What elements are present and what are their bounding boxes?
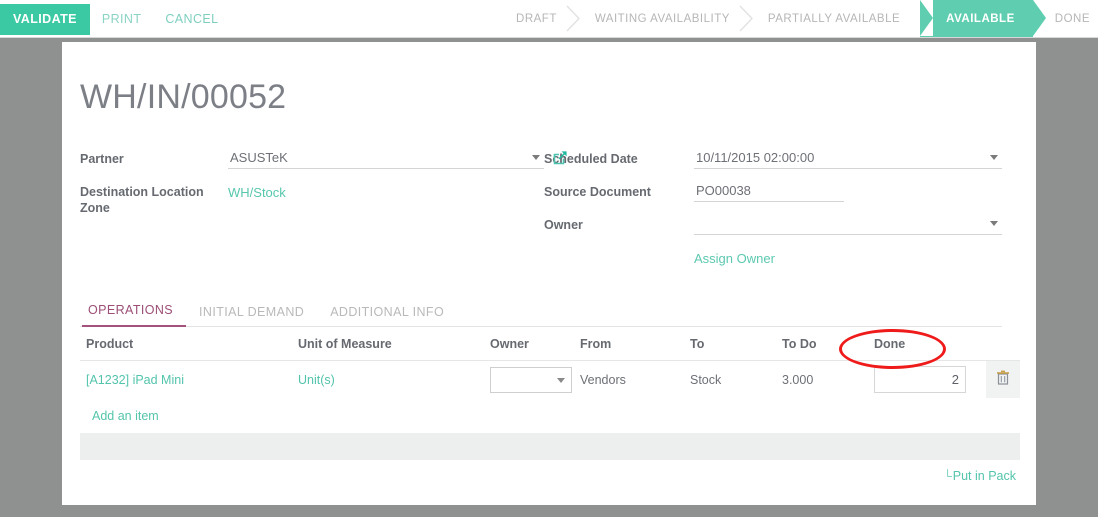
scheduled-date-input[interactable] <box>693 147 1002 169</box>
put-in-pack-label: Put in Pack <box>952 469 1016 483</box>
form-sheet: WH/IN/00052 Partner ASUSTeK Destination … <box>62 42 1036 505</box>
top-toolbar: VALIDATE PRINT CANCEL DRAFT WAITING AVAI… <box>0 0 1098 38</box>
cancel-button[interactable]: CANCEL <box>153 4 230 35</box>
column-header-done: Done <box>868 327 986 361</box>
chevron-down-icon <box>557 377 565 383</box>
add-item-cell[interactable]: Add an item <box>80 398 1020 430</box>
cell-owner[interactable] <box>484 361 574 399</box>
stage-partially-available[interactable]: PARTIALLY AVAILABLE <box>746 0 916 37</box>
field-owner: Owner <box>544 213 1002 238</box>
notebook-tabs: OPERATIONS INITIAL DEMAND ADDITIONAL INF… <box>80 302 1002 327</box>
stage-label: WAITING AVAILABILITY <box>594 12 730 25</box>
cell-done[interactable] <box>868 361 986 399</box>
action-button-group: VALIDATE PRINT CANCEL <box>0 0 230 38</box>
validate-button[interactable]: VALIDATE <box>0 3 90 35</box>
stage-available[interactable]: AVAILABLE <box>920 0 1046 37</box>
cell-product[interactable]: [A1232] iPad Mini <box>80 361 292 399</box>
column-header-from: From <box>574 327 684 361</box>
cell-unit-of-measure[interactable]: Unit(s) <box>292 361 484 399</box>
page-title: WH/IN/00052 <box>80 78 287 116</box>
operations-table: Product Unit of Measure Owner From To To… <box>80 327 1020 430</box>
owner-label: Owner <box>543 218 583 232</box>
cell-to-do: 3.000 <box>782 372 814 387</box>
table-header-row: Product Unit of Measure Owner From To To… <box>80 327 1020 361</box>
assign-owner-row: Assign Owner <box>544 250 1002 268</box>
tab-operations[interactable]: OPERATIONS <box>82 303 187 327</box>
stage-label: DONE <box>1054 12 1090 25</box>
destination-location-zone-label: Destination Location Zone <box>80 185 204 215</box>
status-stage-bar: DRAFT WAITING AVAILABILITY PARTIALLY AVA… <box>494 0 1098 37</box>
owner-select[interactable] <box>490 366 572 393</box>
done-quantity-input[interactable] <box>874 366 966 393</box>
table-row[interactable]: [A1232] iPad Mini Unit(s) Vendors Stock <box>80 360 1020 399</box>
field-partner: Partner <box>80 147 567 172</box>
field-destination-location-zone: Destination Location Zone WH/Stock <box>80 180 544 216</box>
external-link-icon[interactable] <box>553 150 568 170</box>
stage-label: DRAFT <box>516 12 557 25</box>
stage-draft[interactable]: DRAFT <box>494 0 580 37</box>
destination-location-zone-value[interactable]: WH/Stock <box>228 180 286 204</box>
add-an-item-link[interactable]: Add an item <box>86 400 165 429</box>
tab-initial-demand[interactable]: INITIAL DEMAND <box>186 305 317 327</box>
product-link[interactable]: [A1232] iPad Mini <box>86 373 184 387</box>
put-in-pack-action[interactable]: └Put in Pack <box>943 469 1016 483</box>
form-column-right: Scheduled Date Source Document Owner <box>544 147 1002 268</box>
table-footer-band <box>80 433 1020 460</box>
owner-input[interactable] <box>693 213 1002 235</box>
table-add-row[interactable]: Add an item <box>80 398 1020 430</box>
column-header-to-do: To Do <box>776 327 868 361</box>
field-scheduled-date: Scheduled Date <box>544 147 1002 172</box>
cell-delete-action[interactable] <box>986 360 1020 398</box>
stage-label: PARTIALLY AVAILABLE <box>767 12 901 25</box>
assign-owner-link[interactable]: Assign Owner <box>694 251 775 266</box>
partner-label: Partner <box>80 152 124 166</box>
unit-of-measure-link[interactable]: Unit(s) <box>298 373 335 387</box>
field-source-document: Source Document <box>544 180 1002 205</box>
partner-input[interactable] <box>228 147 544 169</box>
form-column-left: Partner ASUSTeK Destination Location Zon… <box>80 147 567 268</box>
cell-from: Vendors <box>580 372 626 387</box>
operations-table-wrapper: Product Unit of Measure Owner From To To… <box>80 327 1020 460</box>
source-document-label: Source Document <box>543 185 651 199</box>
stage-label: AVAILABLE <box>946 12 1015 25</box>
column-header-product: Product <box>80 327 292 361</box>
stage-waiting-availability[interactable]: WAITING AVAILABILITY <box>573 0 753 37</box>
column-header-to: To <box>684 327 776 361</box>
column-header-actions <box>986 327 1020 361</box>
print-button[interactable]: PRINT <box>90 4 154 35</box>
stage-done[interactable]: DONE <box>1033 0 1098 37</box>
column-header-owner: Owner <box>484 327 574 361</box>
trash-icon[interactable] <box>996 370 1010 386</box>
corner-arrow-icon: └ <box>943 469 952 483</box>
source-document-input[interactable] <box>693 180 844 202</box>
column-header-unit-of-measure: Unit of Measure <box>292 327 484 361</box>
tab-additional-info[interactable]: ADDITIONAL INFO <box>317 305 457 327</box>
cell-to: Stock <box>690 372 722 387</box>
form-fields-area: Partner ASUSTeK Destination Location Zon… <box>80 147 1002 268</box>
